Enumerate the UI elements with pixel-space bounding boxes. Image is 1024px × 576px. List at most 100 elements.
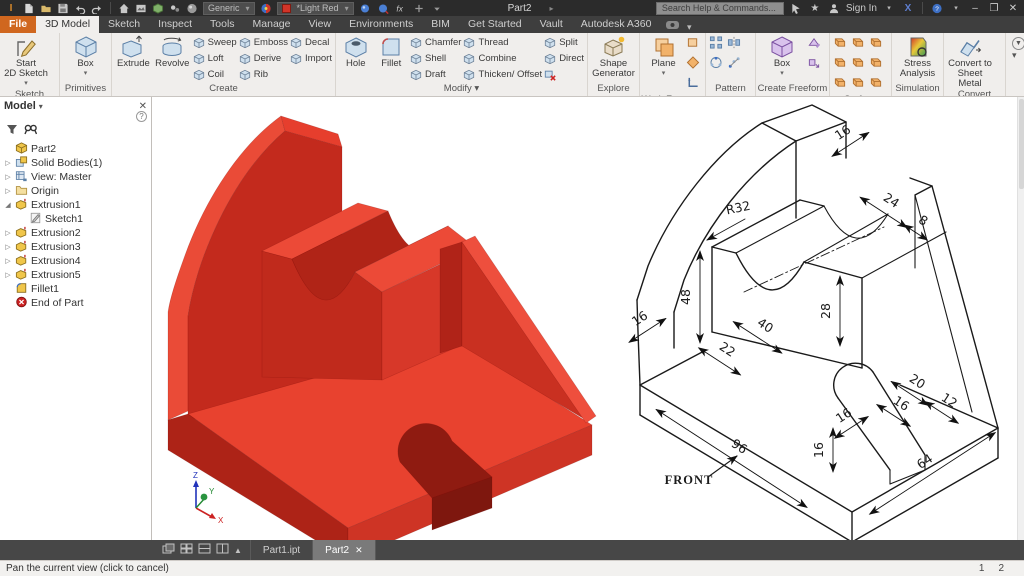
- cascade-icon[interactable]: [162, 541, 175, 559]
- surface-tool-icon[interactable]: [869, 76, 885, 94]
- ribbon-tab-environments[interactable]: Environments: [340, 16, 422, 33]
- box-button[interactable]: Box▾: [63, 35, 108, 79]
- surface-tool-icon[interactable]: [851, 56, 867, 74]
- freeform-edit-icon[interactable]: [807, 36, 823, 54]
- xchange-icon[interactable]: X: [901, 2, 915, 14]
- axis-icon[interactable]: [686, 76, 702, 94]
- ribbon-tab-manage[interactable]: Manage: [244, 16, 300, 33]
- freeform-convert-icon[interactable]: [807, 56, 823, 74]
- chevron-down-icon[interactable]: ▾: [24, 79, 28, 89]
- ribbon-tab-vault[interactable]: Vault: [531, 16, 572, 33]
- viewport[interactable]: Z Y X: [152, 97, 1024, 540]
- thread-button[interactable]: Thread: [463, 35, 542, 50]
- decal-button[interactable]: Decal: [290, 35, 332, 50]
- star-icon[interactable]: ★: [808, 2, 822, 14]
- document-tab-part2[interactable]: Part2✕: [313, 540, 375, 560]
- vsplit-icon[interactable]: [216, 541, 229, 559]
- collapse-icon[interactable]: ▲: [234, 546, 242, 555]
- thicken-offset-button[interactable]: Thicken/ Offset: [463, 67, 542, 82]
- circular-pattern-icon[interactable]: [709, 56, 725, 74]
- tree-item-view-master[interactable]: ▷View: Master: [0, 170, 151, 184]
- plane-small-icon[interactable]: [686, 36, 702, 54]
- plane-button[interactable]: Plane▾: [643, 35, 684, 79]
- ribbon-tab-file[interactable]: File: [0, 16, 36, 33]
- direct-button[interactable]: Direct: [544, 51, 584, 66]
- expander-icon[interactable]: ▷: [4, 257, 12, 265]
- ribbon-tab-autodesk-a360[interactable]: Autodesk A360: [572, 16, 661, 33]
- chevron-down-icon[interactable]: ▾: [39, 102, 43, 111]
- surface-tool-icon[interactable]: [869, 36, 885, 54]
- sweep-button[interactable]: Sweep: [193, 35, 237, 50]
- mirror-icon[interactable]: [727, 36, 743, 54]
- media-icon[interactable]: ▾: [666, 20, 691, 33]
- revolve-button[interactable]: Revolve: [154, 35, 191, 69]
- stress-analysis-button[interactable]: Stress Analysis: [895, 35, 940, 79]
- caret-icon[interactable]: ▾: [882, 2, 896, 14]
- surface-tool-icon[interactable]: [833, 56, 849, 74]
- sign-in-button[interactable]: Sign In: [846, 3, 877, 14]
- ribbon-collapse-button[interactable]: ▼ ▾: [1006, 33, 1024, 96]
- tree-item-extrusion3[interactable]: ▷Extrusion3: [0, 240, 151, 254]
- emboss-button[interactable]: Emboss: [239, 35, 288, 50]
- document-tab-part1-ipt[interactable]: Part1.ipt: [251, 540, 313, 560]
- expand-arrow-icon[interactable]: ▸: [549, 4, 553, 13]
- screenshot-icon[interactable]: [134, 2, 148, 14]
- ribbon-tab-bim[interactable]: BIM: [422, 16, 459, 33]
- tree-item-extrusion4[interactable]: ▷Extrusion4: [0, 254, 151, 268]
- cursor-icon[interactable]: [789, 2, 803, 14]
- clear-appearance-icon[interactable]: [358, 2, 372, 14]
- shape-generator-button[interactable]: Shape Generator: [591, 35, 636, 79]
- material-dropdown[interactable]: Generic▾: [203, 2, 255, 15]
- ribbon-tab-sketch[interactable]: Sketch: [99, 16, 149, 33]
- person-icon[interactable]: [827, 2, 841, 14]
- hsplit-icon[interactable]: [198, 541, 211, 559]
- surface-tool-icon[interactable]: [851, 76, 867, 94]
- fillet-button[interactable]: Fillet: [375, 35, 409, 69]
- expander-icon[interactable]: ▷: [4, 173, 12, 181]
- tile-icon[interactable]: [180, 541, 193, 559]
- shell-button[interactable]: Shell: [410, 51, 461, 66]
- import-button[interactable]: Import: [290, 51, 332, 66]
- filter-icon[interactable]: [6, 124, 18, 138]
- chevron-down-icon[interactable]: ▾: [662, 69, 666, 79]
- tree-item-part2[interactable]: Part2: [0, 142, 151, 156]
- tree-item-fillet1[interactable]: Fillet1: [0, 282, 151, 296]
- browser-close-icon[interactable]: ✕: [139, 101, 147, 112]
- help-search-input[interactable]: Search Help & Commands...: [656, 2, 784, 15]
- ribbon-tab-3d-model[interactable]: 3D Model: [36, 16, 99, 33]
- minimize-button[interactable]: –: [968, 3, 982, 14]
- close-button[interactable]: ✕: [1006, 3, 1020, 14]
- caret-icon[interactable]: ▾: [949, 2, 963, 14]
- color-wheel-icon[interactable]: [259, 2, 273, 14]
- material-ball-icon[interactable]: [185, 2, 199, 14]
- open-icon[interactable]: [39, 2, 53, 14]
- combine-button[interactable]: Combine: [463, 51, 542, 66]
- home-icon[interactable]: [117, 2, 131, 14]
- ribbon-tab-get-started[interactable]: Get Started: [459, 16, 531, 33]
- chevron-down-icon[interactable]: ▾: [780, 69, 784, 79]
- expander-icon[interactable]: ▷: [4, 271, 12, 279]
- new-file-icon[interactable]: [22, 2, 36, 14]
- fx-icon[interactable]: fx: [394, 2, 408, 14]
- undo-icon[interactable]: [73, 2, 87, 14]
- appearance-dots-icon[interactable]: [168, 2, 182, 14]
- tree-item-extrusion2[interactable]: ▷Extrusion2: [0, 226, 151, 240]
- expander-icon[interactable]: ▷: [4, 229, 12, 237]
- expander-icon[interactable]: ▷: [4, 243, 12, 251]
- redo-icon[interactable]: [90, 2, 104, 14]
- expander-icon[interactable]: ◢: [4, 201, 12, 209]
- loft-button[interactable]: Loft: [193, 51, 237, 66]
- point-icon[interactable]: [686, 56, 702, 74]
- tree-item-end-of-part[interactable]: End of Part: [0, 296, 151, 310]
- hole-button[interactable]: Hole: [339, 35, 373, 69]
- chamfer-button[interactable]: Chamfer: [410, 35, 461, 50]
- restore-button[interactable]: ❐: [987, 3, 1001, 14]
- viewport-scrollbar[interactable]: [1017, 97, 1024, 540]
- sketch-pattern-icon[interactable]: [727, 56, 743, 74]
- split-button[interactable]: Split: [544, 35, 584, 50]
- material-cube-icon[interactable]: [151, 2, 165, 14]
- surface-tool-icon[interactable]: [833, 36, 849, 54]
- tree-item-solid-bodies-1-[interactable]: ▷Solid Bodies(1): [0, 156, 151, 170]
- help-icon[interactable]: ?: [930, 2, 944, 14]
- close-tab-icon[interactable]: ✕: [355, 545, 363, 556]
